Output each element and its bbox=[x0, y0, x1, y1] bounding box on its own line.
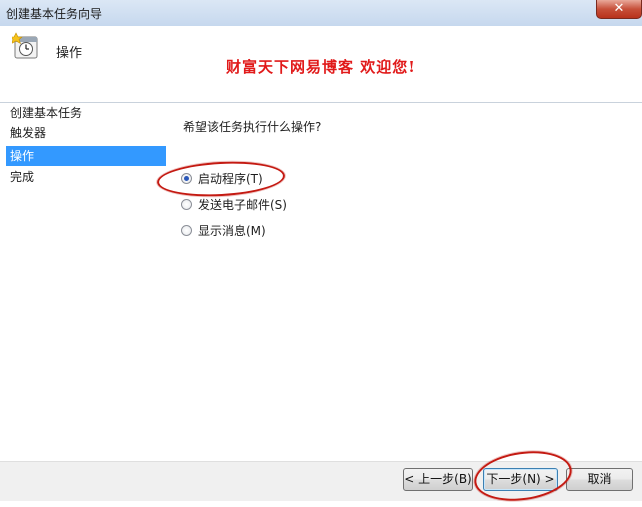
action-question: 希望该任务执行什么操作? bbox=[183, 120, 322, 134]
sidebar-item-action[interactable]: 操作 bbox=[6, 146, 166, 166]
sidebar-item-trigger[interactable]: 触发器 bbox=[6, 123, 166, 143]
close-button[interactable]: ✕ bbox=[596, 0, 642, 19]
title-bar: 创建基本任务向导 ✕ bbox=[0, 0, 642, 26]
option-label-start-program: 启动程序(T) bbox=[198, 172, 263, 186]
option-label-show-message: 显示消息(M) bbox=[198, 224, 266, 238]
page-title: 操作 bbox=[56, 46, 83, 61]
radio-start-program[interactable] bbox=[181, 173, 192, 184]
window-title: 创建基本任务向导 bbox=[6, 7, 103, 21]
sidebar-item-create-basic-task[interactable]: 创建基本任务 bbox=[6, 103, 166, 123]
radio-send-email[interactable] bbox=[181, 199, 192, 210]
task-scheduler-icon bbox=[12, 32, 38, 59]
sidebar-item-finish[interactable]: 完成 bbox=[6, 167, 166, 187]
cancel-button[interactable]: 取消 bbox=[566, 468, 633, 491]
radio-show-message[interactable] bbox=[181, 225, 192, 236]
option-label-send-email: 发送电子邮件(S) bbox=[198, 198, 287, 212]
wizard-steps-sidebar: 创建基本任务 触发器 操作 完成 bbox=[0, 103, 166, 461]
back-button[interactable]: < 上一步(B) bbox=[403, 468, 473, 491]
wizard-header: 操作 财富天下网易博客 欢迎您! bbox=[0, 26, 642, 103]
blog-watermark: 财富天下网易博客 欢迎您! bbox=[226, 58, 416, 76]
next-button[interactable]: 下一步(N) > bbox=[483, 468, 558, 491]
